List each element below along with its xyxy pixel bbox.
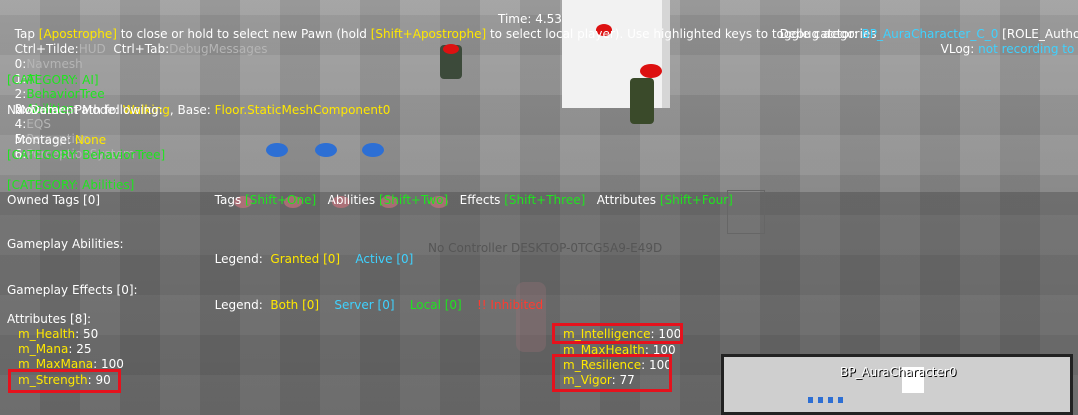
legend-label: Legend: bbox=[214, 252, 263, 266]
legend-active: Active [0] bbox=[355, 252, 414, 266]
montage-label: Montage: bbox=[14, 133, 75, 147]
ai-category-header: [CATEGORY: AI] bbox=[7, 73, 99, 87]
legend-granted: Granted [0] bbox=[270, 252, 341, 266]
tab-key: [Shift+Four] bbox=[659, 193, 733, 207]
attribute-row: m_Health: 50 bbox=[18, 327, 98, 342]
legend-label: Legend: bbox=[214, 298, 263, 312]
category-name: Navmesh bbox=[26, 57, 83, 71]
secondary-viewport[interactable] bbox=[721, 354, 1073, 415]
legend-local: Local [0] bbox=[409, 298, 462, 312]
category-key: 0: bbox=[14, 57, 27, 71]
vlog-value: not recording to file bbox=[978, 42, 1075, 56]
gameplay-effects-label: Gameplay Effects [0]: bbox=[7, 283, 138, 297]
abilities-category-header: [CATEGORY: Abilities] bbox=[7, 178, 135, 192]
tab-key: [Shift+One] bbox=[245, 193, 317, 207]
legend-both: Both [0] bbox=[270, 298, 320, 312]
legend-inhibited: !! Inhibited bbox=[477, 298, 544, 312]
abilities-tab-bar: Tags [Shift+One] Abilities [Shift+Two] E… bbox=[207, 178, 733, 208]
tab-tags[interactable]: Tags [Shift+One] bbox=[215, 193, 317, 207]
attribute-name: m_Health bbox=[18, 327, 76, 341]
owned-tags-line: Owned Tags [0] bbox=[7, 193, 101, 207]
attribute-name: m_Mana bbox=[18, 342, 69, 356]
blue-orb-icon bbox=[362, 143, 384, 157]
tab-label: Abilities bbox=[327, 193, 379, 207]
attribute-value: : 25 bbox=[68, 342, 92, 356]
montage-value: None bbox=[74, 133, 107, 147]
vlog-label: VLog: bbox=[940, 42, 979, 56]
time-readout: Time: 4.53 bbox=[498, 12, 562, 26]
tab-abilities[interactable]: Abilities [Shift+Two] bbox=[328, 193, 449, 207]
vlog-readout: VLog: not recording to file bbox=[933, 27, 1078, 57]
enemy-head-icon bbox=[443, 44, 459, 54]
tab-key: [Shift+Three] bbox=[504, 193, 586, 207]
attribute-row: m_Mana: 25 bbox=[18, 342, 92, 357]
attributes-header: Attributes [8]: bbox=[7, 312, 92, 326]
abilities-legend: Legend: Granted [0] Active [0] bbox=[207, 237, 414, 267]
strength-highlight-box bbox=[8, 369, 121, 393]
category-navmesh[interactable]: 0:Navmesh bbox=[15, 57, 83, 71]
enemy-head-icon bbox=[640, 64, 662, 78]
no-controller-label: No Controller DESKTOP-0TCG5A9-E49D bbox=[428, 241, 663, 255]
effects-legend: Legend: Both [0] Server [0] Local [0] !!… bbox=[207, 283, 544, 313]
navdata-line: NavData: , Path following: bbox=[7, 103, 163, 117]
mini-orbs-icon bbox=[808, 397, 848, 403]
base-label: , Base: bbox=[169, 103, 215, 117]
debug-messages-toggle-label: DebugMessages bbox=[169, 42, 268, 56]
tab-label: Effects bbox=[459, 193, 505, 207]
tab-attributes[interactable]: Attributes [Shift+Four] bbox=[597, 193, 733, 207]
debug-actor-label: Debug actor: bbox=[779, 27, 862, 41]
tab-label: Tags bbox=[214, 193, 246, 207]
blue-orb-icon bbox=[315, 143, 337, 157]
tab-label: Attributes bbox=[596, 193, 660, 207]
resilience-vigor-highlight-box bbox=[552, 354, 672, 392]
shift-apostrophe-key: [Shift+Apostrophe] bbox=[370, 27, 487, 41]
enemy-figure-icon bbox=[630, 78, 654, 124]
secondary-viewport-title: BP_AuraCharacter0 bbox=[840, 365, 957, 379]
montage-line: Montage: None bbox=[7, 118, 107, 148]
base-value: Floor.StaticMeshComponent0 bbox=[214, 103, 391, 117]
legend-server: Server [0] bbox=[334, 298, 395, 312]
blue-orb-icon bbox=[266, 143, 288, 157]
tab-effects[interactable]: Effects [Shift+Three] bbox=[460, 193, 586, 207]
attribute-value: : 50 bbox=[75, 327, 99, 341]
behaviortree-category-header: [CATEGORY: BehaviorTree] bbox=[7, 148, 166, 162]
intelligence-highlight-box bbox=[552, 323, 683, 344]
gameplay-abilities-label: Gameplay Abilities: bbox=[7, 237, 124, 251]
tab-key: [Shift+Two] bbox=[378, 193, 449, 207]
